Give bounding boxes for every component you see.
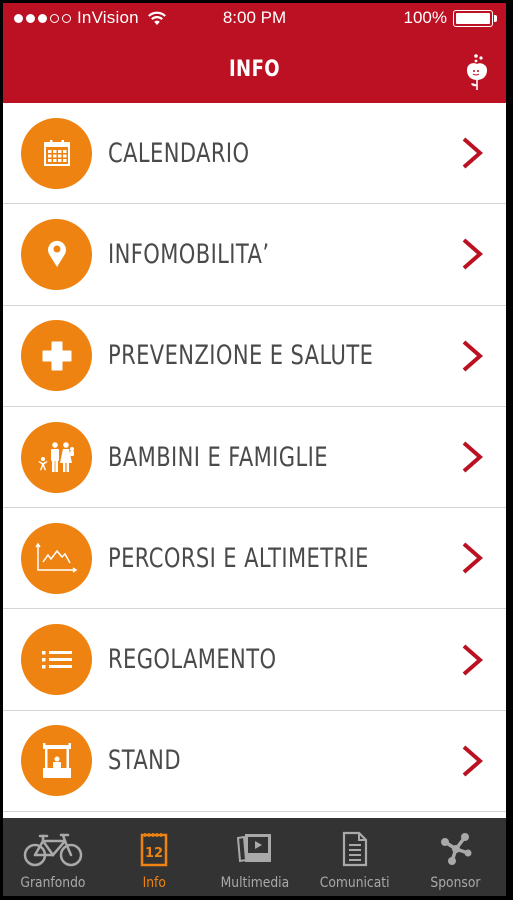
elevation-chart-icon bbox=[34, 542, 77, 573]
list-icon bbox=[41, 650, 72, 669]
battery-icon bbox=[453, 9, 493, 27]
chevron-right-icon bbox=[462, 644, 483, 676]
info-menu-list: CALENDARIO INFOMOBILITA’ PREVENZIONE E S… bbox=[3, 103, 506, 813]
menu-item-bambini-e-famiglie[interactable]: BAMBINI E FAMIGLIE bbox=[3, 407, 506, 509]
network-icon bbox=[440, 833, 472, 865]
tab-multimedia[interactable]: Multimedia bbox=[204, 818, 305, 896]
menu-item-stand[interactable]: STAND bbox=[3, 711, 506, 813]
chevron-right-icon bbox=[462, 137, 483, 169]
menu-item-label: BAMBINI E FAMIGLIE bbox=[108, 441, 328, 473]
menu-item-label: INFOMOBILITA’ bbox=[108, 238, 270, 270]
tab-label: Multimedia bbox=[220, 875, 289, 891]
photos-video-icon bbox=[237, 834, 272, 863]
tab-comunicati[interactable]: Comunicati bbox=[305, 818, 406, 896]
chevron-right-icon bbox=[462, 340, 483, 372]
bicycle-icon bbox=[24, 833, 83, 867]
status-right: 100% bbox=[404, 8, 497, 28]
document-icon bbox=[342, 831, 368, 867]
header: InVision 8:00 PM 100% INFO bbox=[3, 3, 506, 103]
map-pin-icon bbox=[47, 241, 66, 268]
menu-item-prevenzione-e-salute[interactable]: PREVENZIONE E SALUTE bbox=[3, 306, 506, 407]
tab-info[interactable]: 12 Info bbox=[104, 818, 205, 896]
menu-item-label: CALENDARIO bbox=[108, 137, 250, 169]
tab-label: Granfondo bbox=[20, 875, 86, 891]
tab-bar: Granfondo 12 Info Multimedia Comunicati … bbox=[3, 818, 506, 896]
chevron-right-icon bbox=[462, 542, 483, 574]
menu-item-percorsi-e-altimetrie[interactable]: PERCORSI E ALTIMETRIE bbox=[3, 508, 506, 610]
menu-item-infomobilita[interactable]: INFOMOBILITA’ bbox=[3, 204, 506, 306]
menu-icon-badge bbox=[21, 522, 92, 594]
menu-icon-badge bbox=[21, 624, 92, 696]
menu-item-label: REGOLAMENTO bbox=[108, 644, 277, 676]
tab-label: Info bbox=[142, 875, 166, 891]
battery-percent: 100% bbox=[403, 8, 447, 27]
menu-item-label: PREVENZIONE E SALUTE bbox=[108, 340, 374, 372]
app-screen: InVision 8:00 PM 100% INFO CALENDARIO IN… bbox=[3, 3, 506, 896]
chevron-right-icon bbox=[462, 238, 483, 270]
status-bar: InVision 8:00 PM 100% bbox=[3, 3, 506, 33]
calendar-day-text: 12 bbox=[145, 846, 163, 861]
menu-icon-badge bbox=[21, 218, 92, 290]
menu-icon-badge bbox=[21, 320, 92, 392]
calendar-icon bbox=[43, 140, 70, 167]
tulip-logo-icon[interactable] bbox=[461, 50, 493, 92]
menu-item-regolamento[interactable]: REGOLAMENTO bbox=[3, 609, 506, 711]
tab-sponsor[interactable]: Sponsor bbox=[405, 818, 506, 896]
menu-item-label: PERCORSI E ALTIMETRIE bbox=[108, 542, 369, 574]
menu-icon-badge bbox=[21, 117, 92, 189]
menu-item-calendario[interactable]: CALENDARIO bbox=[3, 103, 506, 205]
tab-label: Comunicati bbox=[320, 875, 390, 891]
menu-item-label: STAND bbox=[108, 745, 181, 777]
family-icon bbox=[38, 442, 74, 473]
chevron-right-icon bbox=[462, 441, 483, 473]
menu-icon-badge bbox=[21, 725, 92, 797]
chevron-right-icon bbox=[462, 745, 483, 777]
battery-fill bbox=[456, 12, 490, 24]
menu-icon-badge bbox=[21, 421, 92, 493]
battery-tip bbox=[494, 14, 497, 22]
tab-granfondo[interactable]: Granfondo bbox=[3, 818, 104, 896]
calendar-12-icon: 12 bbox=[140, 833, 168, 867]
page-title: INFO bbox=[228, 57, 281, 82]
booth-icon bbox=[42, 742, 71, 778]
tab-label: Sponsor bbox=[430, 875, 481, 891]
medical-cross-icon bbox=[42, 341, 71, 371]
